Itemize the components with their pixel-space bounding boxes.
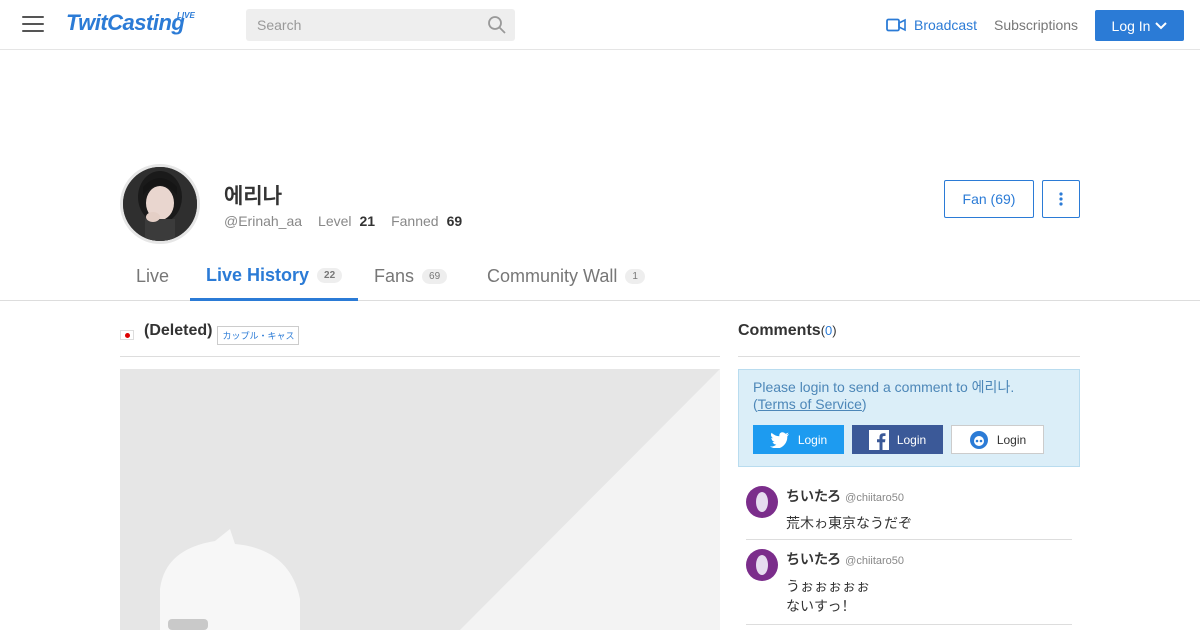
log-in-button[interactable]: Log In — [1095, 10, 1184, 41]
search-box — [246, 9, 515, 41]
tab-live-history[interactable]: Live History 22 — [190, 252, 359, 301]
category-tag[interactable]: カップル・キャス — [217, 326, 300, 345]
twitcasting-login-label: Login — [996, 432, 1027, 447]
video-player[interactable] — [120, 369, 720, 630]
twitter-login-button[interactable]: Login — [753, 425, 844, 454]
tab-count-badge: 22 — [317, 267, 343, 283]
facebook-icon — [868, 429, 889, 450]
comments-title: Comments — [738, 322, 821, 339]
tab-fans[interactable]: Fans 69 — [374, 252, 448, 301]
japan-flag-icon — [120, 330, 134, 340]
tab-label: Fans — [374, 266, 415, 286]
commenter-id: @chiitaro50 — [845, 492, 905, 504]
top-navigation-bar: TwitCasting LIVE Broadcast Subscriptions… — [0, 0, 1200, 50]
profile-name: 에리나 — [224, 185, 282, 208]
comment-text: 荒木ゎ東京なうだぞ — [786, 515, 912, 531]
tab-label: Live — [136, 266, 170, 286]
fan-button[interactable]: Fan (69) — [944, 180, 1034, 218]
twitter-bird-icon — [769, 431, 789, 448]
subscriptions-link[interactable]: Subscriptions — [994, 17, 1078, 33]
video-camera-icon — [886, 18, 906, 32]
broadcast-link[interactable]: Broadcast — [886, 16, 977, 34]
tab-community-wall[interactable]: Community Wall 1 — [487, 252, 645, 301]
profile-meta: @Erinah_aa Level 21 Fanned 69 — [224, 213, 462, 229]
fanned-label: Fanned — [391, 213, 439, 229]
commenter-name[interactable]: ちいたろ @chiitaro50 — [786, 486, 904, 506]
login-prompt: Please login to send a comment to 에리나. (… — [753, 379, 1015, 412]
search-icon[interactable] — [487, 15, 507, 35]
comments-count: (0) — [820, 323, 837, 338]
chevron-down-icon — [1155, 21, 1168, 29]
level-label: Level — [318, 213, 352, 229]
level-value: 21 — [359, 213, 376, 229]
comment-text: うぉぉぉぉぉ ないすっ！ — [786, 578, 870, 614]
twitcasting-icon — [969, 430, 988, 449]
movie-title-bar: (Deleted) カップル・キャス — [120, 322, 720, 357]
vertical-dots-icon — [1059, 192, 1063, 206]
logo-sub: LIVE — [177, 11, 195, 20]
terms-of-service-link[interactable]: Terms of Service — [758, 396, 862, 412]
fanned-value: 69 — [446, 213, 463, 229]
commenter-name[interactable]: ちいたろ @chiitaro50 — [786, 549, 904, 569]
tab-count-badge: 1 — [625, 269, 645, 284]
log-in-label: Log In — [1111, 17, 1151, 34]
comment-login-box: Please login to send a comment to 에리나. (… — [738, 369, 1080, 467]
more-options-button[interactable] — [1042, 180, 1080, 218]
tab-label: Live History — [206, 264, 310, 285]
facebook-login-label: Login — [896, 432, 927, 447]
twitter-login-label: Login — [797, 432, 828, 447]
profile-avatar[interactable] — [120, 164, 200, 244]
tab-count-badge: 69 — [422, 269, 448, 284]
search-input[interactable] — [246, 9, 476, 41]
tab-label: Community Wall — [487, 266, 618, 286]
menu-icon[interactable] — [22, 16, 44, 34]
broadcast-label: Broadcast — [914, 17, 978, 33]
facebook-login-button[interactable]: Login — [852, 425, 943, 454]
commenter-avatar[interactable] — [746, 549, 778, 581]
movie-title: (Deleted) — [144, 322, 213, 339]
tab-live[interactable]: Live — [136, 252, 169, 301]
comment-item: ちいたろ @chiitaro50 荒木ゎ東京なうだぞ — [746, 486, 1072, 540]
comment-item: ちいたろ @chiitaro50 うぉぉぉぉぉ ないすっ！ — [746, 549, 1072, 625]
profile-handle: @Erinah_aa — [224, 213, 303, 229]
commenter-id: @chiitaro50 — [845, 555, 905, 567]
commenter-avatar[interactable] — [746, 486, 778, 518]
comments-header: Comments(0) — [738, 322, 1080, 357]
profile-tabs: Live Live History 22 Fans 69 Community W… — [0, 252, 1200, 301]
logo[interactable]: TwitCasting — [66, 10, 185, 36]
twitcasting-login-button[interactable]: Login — [951, 425, 1044, 454]
